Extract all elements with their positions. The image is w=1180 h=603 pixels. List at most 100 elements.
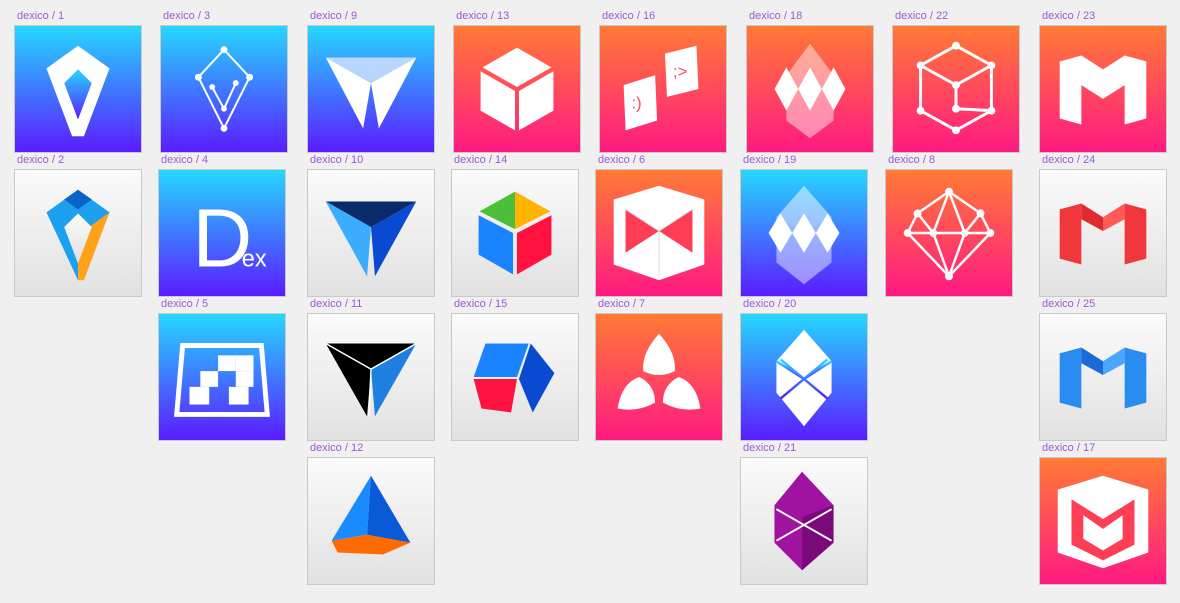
frame-label: dexico / 1 (17, 10, 65, 22)
icon-tile-dexico-22[interactable] (892, 25, 1020, 153)
m-box-icon (1040, 458, 1166, 584)
cube-wireframe-icon (893, 26, 1019, 152)
frame-label: dexico / 8 (888, 154, 936, 166)
frame-label: dexico / 23 (1042, 10, 1096, 22)
chat-cards-icon: :) ;> (600, 26, 726, 152)
icon-tile-dexico-25[interactable] (1039, 313, 1167, 441)
frame-dexico-7: dexico / 7 (595, 298, 723, 441)
frame-dexico-1: dexico / 1 (14, 10, 142, 153)
frame-label: dexico / 13 (456, 10, 510, 22)
frame-label: dexico / 6 (598, 154, 646, 166)
m-letter-red-icon (1040, 170, 1166, 296)
triangle-prism-icon (308, 26, 434, 152)
frame-label: dexico / 18 (749, 10, 803, 22)
frame-dexico-4: dexico / 4 D ex (158, 154, 286, 297)
icon-tile-dexico-13[interactable] (453, 25, 581, 153)
icon-tile-dexico-18[interactable] (746, 25, 874, 153)
icon-tile-dexico-3[interactable] (160, 25, 288, 153)
triangle-prism-blue-icon (308, 170, 434, 296)
frame-dexico-13: dexico / 13 (453, 10, 581, 153)
icon-tile-dexico-10[interactable] (307, 169, 435, 297)
reuleaux-trio-icon (596, 314, 722, 440)
icon-tile-dexico-7[interactable] (595, 313, 723, 441)
diamond-v-color-icon (15, 170, 141, 296)
frame-dexico-18: dexico / 18 (746, 10, 874, 153)
wink-text: ;> (673, 62, 687, 81)
bowtie-box-icon (596, 170, 722, 296)
icon-tile-dexico-9[interactable] (307, 25, 435, 153)
frame-label: dexico / 15 (454, 298, 508, 310)
frame-label: dexico / 4 (161, 154, 209, 166)
frame-dexico-8: dexico / 8 (885, 154, 1013, 297)
triangle-prism-black-icon (308, 314, 434, 440)
icon-tile-dexico-4[interactable]: D ex (158, 169, 286, 297)
frame-label: dexico / 25 (1042, 298, 1096, 310)
frame-dexico-25: dexico / 25 (1039, 298, 1167, 441)
frame-label: dexico / 9 (310, 10, 358, 22)
icon-tile-dexico-8[interactable] (885, 169, 1013, 297)
icon-tile-dexico-15[interactable] (451, 313, 579, 441)
frame-dexico-6: dexico / 6 (595, 154, 723, 297)
frame-label: dexico / 19 (743, 154, 797, 166)
icon-tile-dexico-5[interactable] (158, 313, 286, 441)
gem-network-icon (886, 170, 1012, 296)
frame-dexico-14: dexico / 14 (451, 154, 579, 297)
frame-label: dexico / 14 (454, 154, 508, 166)
frame-dexico-9: dexico / 9 (307, 10, 435, 153)
crystal-purple-icon (741, 458, 867, 584)
frame-label: dexico / 10 (310, 154, 364, 166)
frame-label: dexico / 7 (598, 298, 646, 310)
frame-label: dexico / 17 (1042, 442, 1096, 454)
kite-v-nodes-icon (161, 26, 287, 152)
frame-dexico-21: dexico / 21 (740, 442, 868, 585)
crystal-x-icon (741, 314, 867, 440)
frame-dexico-10: dexico / 10 (307, 154, 435, 297)
icon-tile-dexico-20[interactable] (740, 313, 868, 441)
icon-tile-dexico-19[interactable] (740, 169, 868, 297)
icon-tile-dexico-16[interactable]: :) ;> (599, 25, 727, 153)
m-letter-icon (1040, 26, 1166, 152)
icon-tile-dexico-1[interactable] (14, 25, 142, 153)
dex-letter-icon: D ex (159, 170, 285, 296)
frame-label: dexico / 24 (1042, 154, 1096, 166)
icon-tile-dexico-14[interactable] (451, 169, 579, 297)
crystal-blue-icon (741, 170, 867, 296)
frame-dexico-24: dexico / 24 (1039, 154, 1167, 297)
icon-tile-dexico-24[interactable] (1039, 169, 1167, 297)
frame-dexico-15: dexico / 15 (451, 298, 579, 441)
crystal-icon (747, 26, 873, 152)
frame-label: dexico / 21 (743, 442, 797, 454)
pyramid-icon (308, 458, 434, 584)
frame-dexico-22: dexico / 22 (892, 10, 1020, 153)
cube-tilted-icon (452, 314, 578, 440)
smile-text: :) (632, 94, 642, 113)
frame-dexico-12: dexico / 12 (307, 442, 435, 585)
frame-dexico-5: dexico / 5 (158, 298, 286, 441)
cube-icon (454, 26, 580, 152)
frame-label: dexico / 11 (310, 298, 363, 310)
frame-dexico-11: dexico / 11 (307, 298, 435, 441)
dex-letter-ex: ex (242, 246, 267, 272)
frame-label: dexico / 12 (310, 442, 364, 454)
checker-trapezoid-icon (159, 314, 285, 440)
frame-dexico-16: dexico / 16 :) ;> (599, 10, 727, 153)
frame-dexico-2: dexico / 2 (14, 154, 142, 297)
icon-tile-dexico-12[interactable] (307, 457, 435, 585)
m-letter-blue-icon (1040, 314, 1166, 440)
frame-dexico-19: dexico / 19 (740, 154, 868, 297)
frame-label: dexico / 20 (743, 298, 797, 310)
frame-dexico-20: dexico / 20 (740, 298, 868, 441)
frame-dexico-17: dexico / 17 (1039, 442, 1167, 585)
icon-tile-dexico-6[interactable] (595, 169, 723, 297)
icon-tile-dexico-23[interactable] (1039, 25, 1167, 153)
icon-tile-dexico-17[interactable] (1039, 457, 1167, 585)
frame-label: dexico / 3 (163, 10, 211, 22)
frame-label: dexico / 2 (17, 154, 65, 166)
frame-dexico-23: dexico / 23 (1039, 10, 1167, 153)
icon-tile-dexico-2[interactable] (14, 169, 142, 297)
cube-color-icon (452, 170, 578, 296)
frame-label: dexico / 22 (895, 10, 949, 22)
icon-tile-dexico-11[interactable] (307, 313, 435, 441)
icon-tile-dexico-21[interactable] (740, 457, 868, 585)
diamond-v-icon (15, 26, 141, 152)
